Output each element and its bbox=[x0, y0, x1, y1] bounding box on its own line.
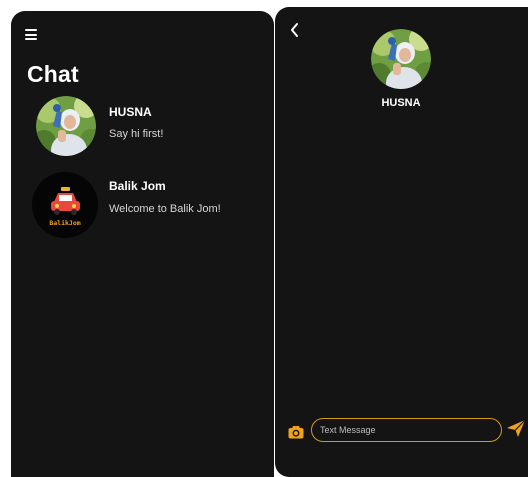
camera-icon[interactable] bbox=[288, 425, 304, 439]
hamburger-menu-icon[interactable] bbox=[25, 29, 37, 40]
message-input[interactable] bbox=[311, 418, 502, 442]
taxi-logo-icon bbox=[51, 187, 80, 215]
paper-plane-icon[interactable] bbox=[506, 418, 526, 438]
conversation-panel: HUSNA bbox=[275, 7, 528, 477]
chat-list-panel: Chat HUSNA Say hi first! BalikJom Balik … bbox=[11, 11, 274, 477]
chat-list-item-balik-jom[interactable]: BalikJom Balik Jom Welcome to Balik Jom! bbox=[11, 172, 274, 238]
user-photo-icon bbox=[36, 96, 96, 156]
avatar bbox=[36, 96, 96, 156]
user-photo-icon bbox=[371, 29, 431, 89]
page-title: Chat bbox=[27, 61, 79, 87]
contact-avatar[interactable] bbox=[371, 29, 431, 89]
logo-text: BalikJom bbox=[49, 219, 81, 227]
chat-item-preview: Say hi first! bbox=[109, 128, 164, 140]
chat-item-name: Balik Jom bbox=[109, 179, 166, 193]
chat-list-item-husna[interactable]: HUSNA Say hi first! bbox=[11, 95, 274, 161]
chat-item-preview: Welcome to Balik Jom! bbox=[109, 203, 221, 215]
contact-name: HUSNA bbox=[381, 97, 421, 109]
chat-item-name: HUSNA bbox=[109, 105, 152, 119]
avatar: BalikJom bbox=[32, 172, 98, 238]
chevron-left-icon[interactable] bbox=[287, 21, 303, 39]
